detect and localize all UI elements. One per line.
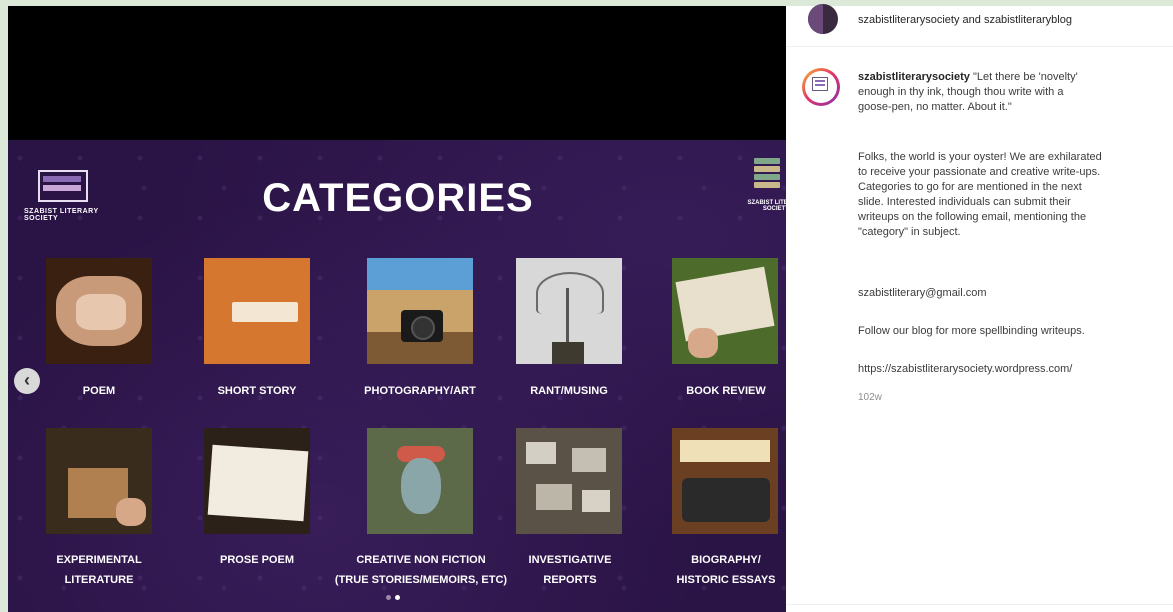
society-logo-left: SZABIST LITERARY SOCIETY	[24, 170, 100, 230]
camera-landscape-image	[367, 258, 473, 364]
quill-writing-image	[46, 428, 152, 534]
post-authors[interactable]: szabistliterarysociety and szabistlitera…	[858, 14, 1072, 26]
books-logo-icon	[38, 170, 88, 202]
caption-username[interactable]: szabistliterarysociety	[858, 71, 970, 83]
categories-slide: SZABIST LITERARY SOCIETY CATEGORIES SZAB…	[8, 140, 786, 612]
category-label: POEM	[82, 385, 116, 397]
category-label: EXPERIMENTAL LITERATURE	[56, 554, 142, 586]
evidence-board-image	[516, 428, 622, 534]
post-header: szabistliterarysociety and szabistlitera…	[786, 4, 1173, 47]
slide-title: CATEGORIES	[262, 176, 534, 220]
caption-follow: Follow our blog for more spellbinding wr…	[858, 325, 1085, 337]
category-label: BIOGRAPHY/ HISTORIC ESSAYS	[676, 554, 776, 586]
category-label: RANT/MUSING	[530, 385, 608, 397]
category-label: PROSE POEM	[220, 554, 294, 566]
logo-right-text: SZABIST LITERARY SOCIETY	[747, 200, 786, 212]
category-label: PHOTOGRAPHY/ART	[364, 385, 476, 397]
torn-paper-image	[204, 258, 310, 364]
caption-url: https://szabistliterarysociety.wordpress…	[858, 363, 1073, 375]
category-label: INVESTIGATIVE REPORTS	[528, 554, 612, 586]
caption-panel: szabistliterarysociety and szabistlitera…	[786, 4, 1173, 612]
caption-body: Folks, the world is your oyster! We are …	[858, 151, 1102, 238]
books-logo-icon	[812, 77, 828, 91]
window-frame-left	[0, 0, 8, 612]
portrait-painting-image	[367, 428, 473, 534]
divider	[786, 604, 1173, 605]
carousel-dot-active	[395, 595, 400, 600]
post-timestamp[interactable]: 102w	[858, 392, 882, 403]
avatar[interactable]	[802, 68, 840, 106]
crumpled-paper-image	[46, 258, 152, 364]
caption-email: szabistliterary@gmail.com	[858, 287, 987, 299]
typewriter-image	[672, 428, 778, 534]
society-logo-right: SZABIST LITERARY SOCIETY	[746, 158, 786, 228]
tree-hand-image	[516, 258, 622, 364]
category-label: CREATIVE NON FICTION (TRUE STORIES/MEMOI…	[334, 554, 508, 586]
carousel-indicator	[386, 592, 416, 602]
caption-quote: szabistliterarysociety "Let there be 'no…	[858, 71, 1078, 113]
previous-slide-arrow-icon[interactable]: ‹	[14, 368, 40, 394]
book-stack-icon	[754, 158, 780, 164]
category-label: SHORT STORY	[217, 385, 297, 397]
open-book-image	[672, 258, 778, 364]
post-media[interactable]: SZABIST LITERARY SOCIETY CATEGORIES SZAB…	[8, 6, 786, 612]
carousel-dot	[386, 595, 391, 600]
category-label: BOOK REVIEW	[686, 385, 766, 397]
logo-left-text: SZABIST LITERARY SOCIETY	[24, 208, 99, 222]
avatar[interactable]	[808, 4, 838, 34]
handwritten-note-image	[204, 428, 310, 534]
